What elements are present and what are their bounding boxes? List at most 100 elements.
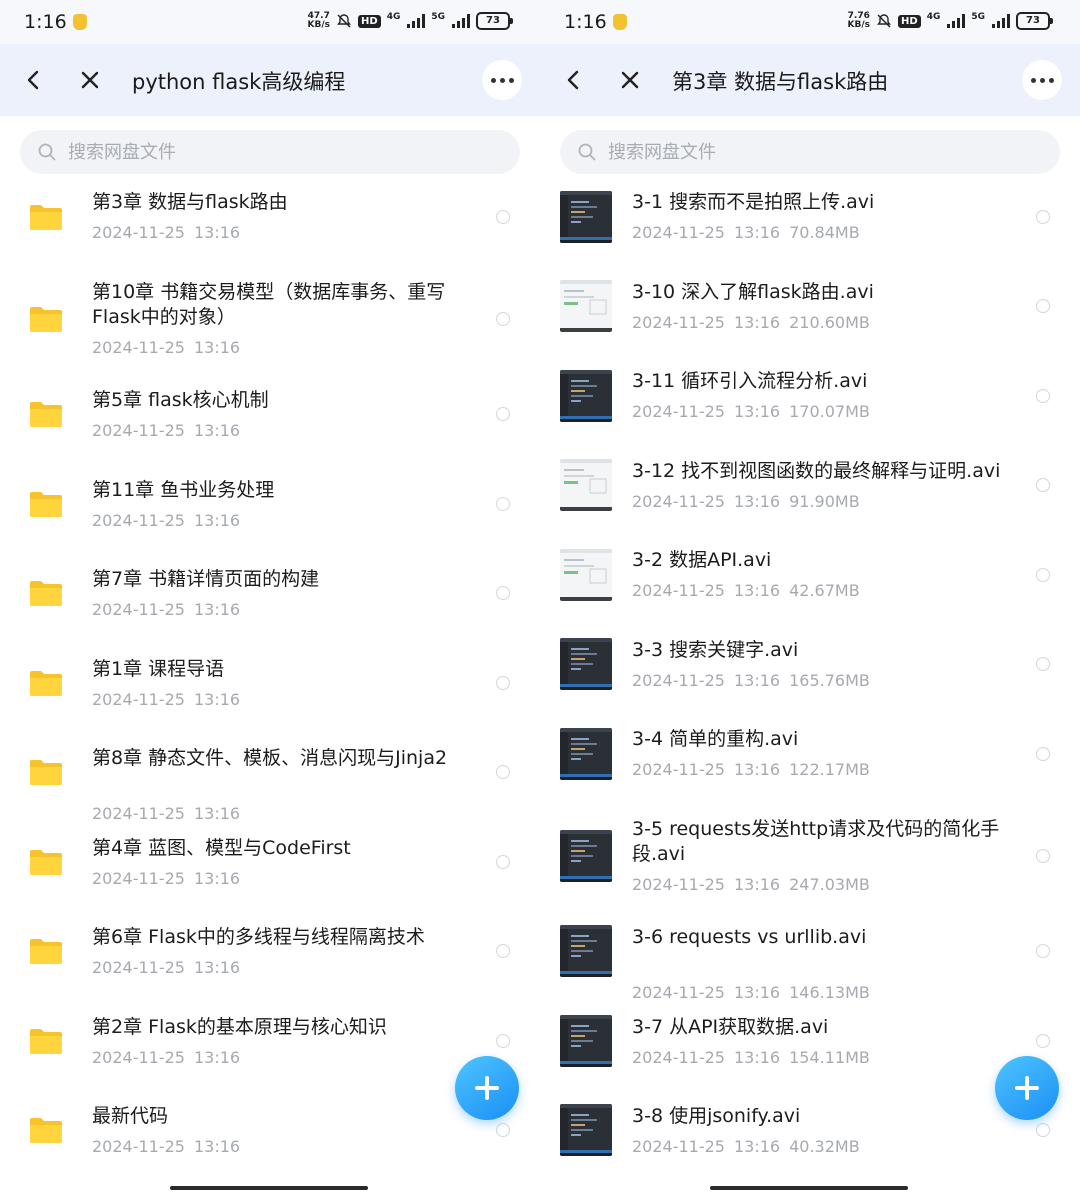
select-radio[interactable]	[1036, 389, 1050, 403]
signal-icon	[452, 14, 470, 28]
file-name: 3-4 简单的重构.avi	[632, 728, 799, 750]
item-time: 13:16	[733, 492, 781, 511]
item-time: 13:16	[733, 313, 781, 332]
folder-icon	[28, 937, 64, 965]
item-date: 2024-11-25	[632, 313, 725, 332]
select-radio[interactable]	[1036, 849, 1050, 863]
item-time: 13:16	[193, 958, 241, 977]
status-bar: 1:16 47.7 KB/s HD 4G 5G 73	[0, 0, 540, 44]
video-thumbnail	[560, 830, 612, 882]
folder-meta: 2024-11-25 13:16	[92, 511, 240, 530]
item-size: 40.32MB	[789, 1137, 860, 1156]
back-icon[interactable]	[18, 64, 50, 96]
back-icon[interactable]	[558, 64, 590, 96]
select-radio[interactable]	[1036, 944, 1050, 958]
item-date: 2024-11-25	[632, 1137, 725, 1156]
file-name: 3-5 requests发送http请求及代码的简化手段.avi	[632, 818, 1000, 865]
item-time: 13:16	[193, 338, 241, 357]
search-input[interactable]	[608, 130, 1028, 174]
search-icon	[38, 143, 56, 161]
item-size: 170.07MB	[789, 402, 870, 421]
video-thumbnail	[560, 191, 612, 243]
more-icon[interactable]	[482, 60, 522, 100]
item-date: 2024-11-25	[632, 875, 725, 894]
item-size: 210.60MB	[789, 313, 870, 332]
item-time: 13:16	[193, 1048, 241, 1067]
home-indicator[interactable]	[710, 1186, 908, 1190]
network-speed: 47.7 KB/s	[307, 11, 331, 30]
folder-icon	[28, 579, 64, 607]
bell-muted-icon	[337, 14, 351, 28]
item-time: 13:16	[193, 690, 241, 709]
network-type-5g: 5G	[431, 12, 445, 22]
item-date: 2024-11-25	[92, 869, 185, 888]
more-icon[interactable]	[1022, 60, 1062, 100]
item-time: 13:16	[733, 671, 781, 690]
select-radio[interactable]	[496, 210, 510, 224]
file-meta: 2024-11-25 13:16 154.11MB	[632, 1048, 870, 1067]
item-time: 13:16	[733, 223, 781, 242]
item-date: 2024-11-25	[632, 402, 725, 421]
item-date: 2024-11-25	[92, 223, 185, 242]
search-bar[interactable]	[20, 130, 520, 174]
select-radio[interactable]	[1036, 1123, 1050, 1137]
select-radio[interactable]	[496, 944, 510, 958]
file-meta: 2024-11-25 13:16 247.03MB	[632, 875, 870, 894]
home-indicator[interactable]	[170, 1186, 368, 1190]
file-name: 3-12 找不到视图函数的最终解释与证明.avi	[632, 460, 1001, 482]
status-time: 1:16	[564, 11, 627, 33]
select-radio[interactable]	[496, 407, 510, 421]
add-button[interactable]	[455, 1056, 519, 1120]
item-size: 70.84MB	[789, 223, 860, 242]
select-radio[interactable]	[1036, 1034, 1050, 1048]
select-radio[interactable]	[496, 1034, 510, 1048]
status-bar: 1:16 7.76 KB/s HD 4G 5G 73	[540, 0, 1080, 44]
select-radio[interactable]	[496, 765, 510, 779]
item-date: 2024-11-25	[92, 600, 185, 619]
close-icon[interactable]	[74, 64, 106, 96]
close-icon[interactable]	[614, 64, 646, 96]
item-time: 13:16	[733, 1137, 781, 1156]
select-radio[interactable]	[1036, 657, 1050, 671]
search-input[interactable]	[68, 130, 488, 174]
select-radio[interactable]	[496, 1123, 510, 1137]
status-icons: 7.76 KB/s HD 4G 5G 73	[847, 11, 1053, 30]
select-radio[interactable]	[1036, 478, 1050, 492]
select-radio[interactable]	[496, 312, 510, 326]
folder-name: 第11章 鱼书业务处理	[92, 479, 275, 501]
item-date: 2024-11-25	[92, 958, 185, 977]
folder-meta: 2024-11-25 13:16	[92, 1137, 240, 1156]
select-radio[interactable]	[496, 586, 510, 600]
video-thumbnail	[560, 280, 612, 332]
item-time: 13:16	[193, 804, 241, 823]
select-radio[interactable]	[1036, 299, 1050, 313]
select-radio[interactable]	[496, 676, 510, 690]
select-radio[interactable]	[496, 497, 510, 511]
video-thumbnail	[560, 638, 612, 690]
folder-icon	[28, 490, 64, 518]
network-type-5g: 5G	[971, 12, 985, 22]
item-time: 13:16	[733, 1048, 781, 1067]
select-radio[interactable]	[1036, 747, 1050, 761]
item-time: 13:16	[733, 760, 781, 779]
select-radio[interactable]	[1036, 568, 1050, 582]
folder-name: 第8章 静态文件、模板、消息闪现与Jinja2	[92, 747, 448, 769]
file-meta: 2024-11-25 13:16 42.67MB	[632, 581, 860, 600]
file-name: 3-6 requests vs urllib.avi	[632, 926, 867, 948]
item-time: 13:16	[193, 223, 241, 242]
folder-meta: 2024-11-25 13:16	[92, 690, 240, 709]
file-meta: 2024-11-25 13:16 170.07MB	[632, 402, 870, 421]
search-bar[interactable]	[560, 130, 1060, 174]
video-thumbnail	[560, 1015, 612, 1067]
video-thumbnail	[560, 549, 612, 601]
folder-icon	[28, 758, 64, 786]
battery-icon: 73	[1016, 12, 1053, 30]
add-button[interactable]	[995, 1056, 1059, 1120]
bell-muted-icon	[877, 14, 891, 28]
select-radio[interactable]	[496, 855, 510, 869]
item-size: 247.03MB	[789, 875, 870, 894]
folder-name: 第1章 课程导语	[92, 658, 225, 680]
item-date: 2024-11-25	[632, 581, 725, 600]
select-radio[interactable]	[1036, 210, 1050, 224]
network-speed: 7.76 KB/s	[847, 11, 871, 30]
